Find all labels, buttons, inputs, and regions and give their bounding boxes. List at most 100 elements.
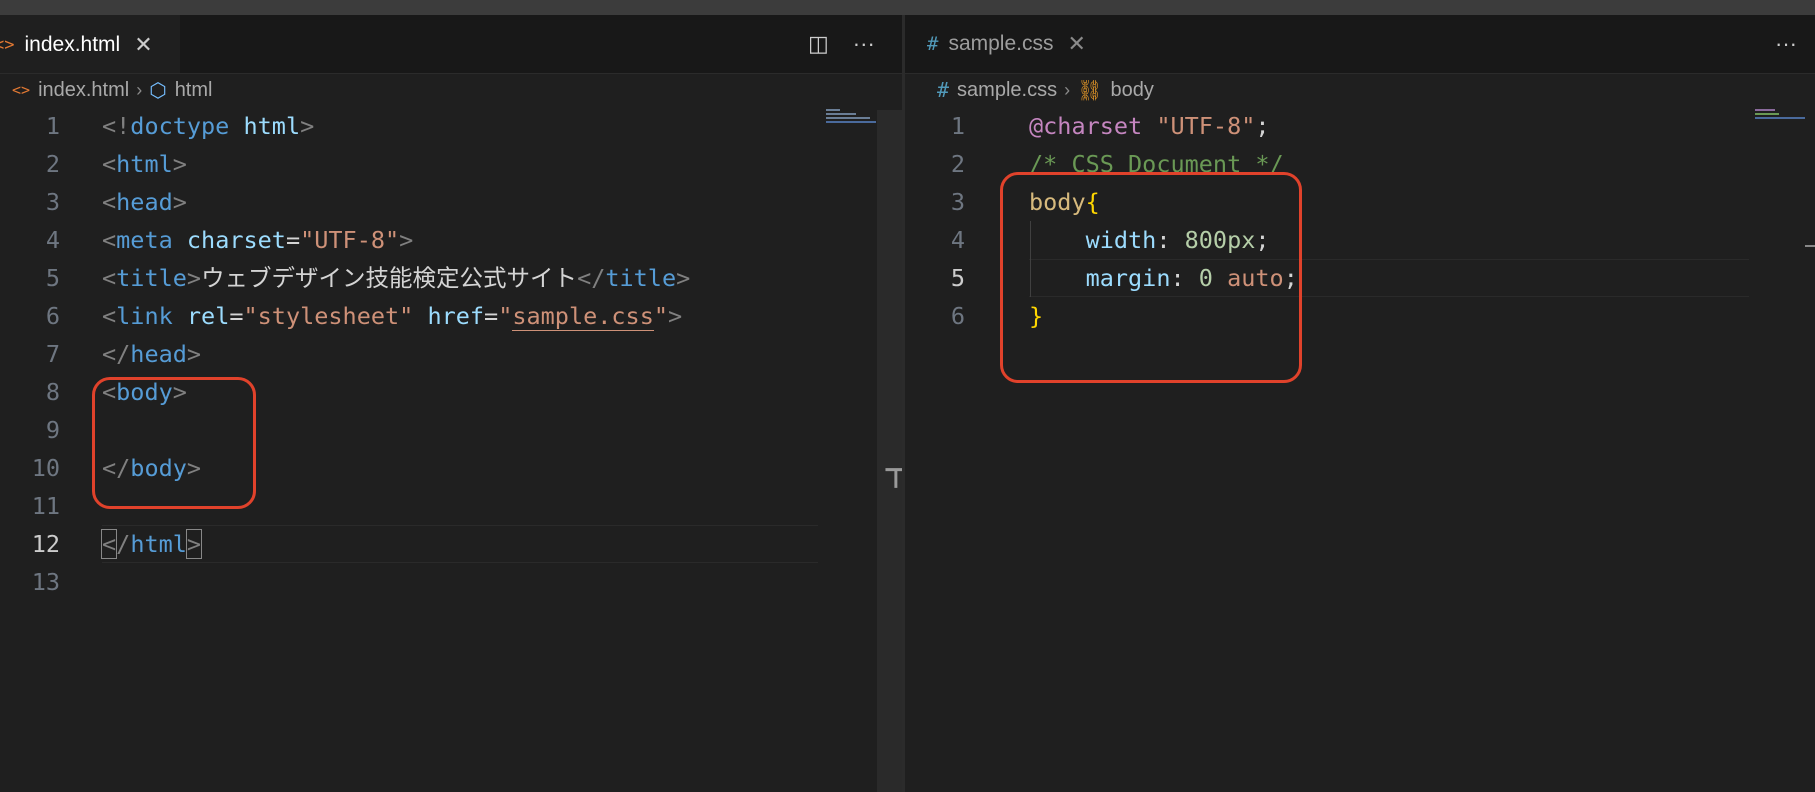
code-text: <html> <box>102 145 187 183</box>
left-tab-actions: ◫ ··· <box>808 15 875 73</box>
code-token: < <box>100 529 118 559</box>
code-token: html <box>243 112 301 140</box>
title-bar <box>0 0 1815 15</box>
code-token: < <box>102 150 117 178</box>
sash-handle[interactable]: ⊤ <box>883 462 902 495</box>
right-minimap[interactable] <box>1755 107 1805 137</box>
code-text: </html> <box>100 525 203 563</box>
code-token: > <box>300 112 315 140</box>
code-token: sample.css <box>512 302 654 331</box>
left-minimap[interactable] <box>826 107 876 137</box>
code-token: < <box>102 264 117 292</box>
more-actions-icon[interactable]: ··· <box>1775 31 1797 57</box>
code-token: > <box>399 226 414 254</box>
breadcrumb-symbol[interactable]: html <box>175 79 213 102</box>
code-token: meta <box>116 226 173 254</box>
tab-label: sample.css <box>948 32 1054 55</box>
code-token: "UTF-8" <box>1156 112 1256 140</box>
line-number: 5 <box>950 264 965 292</box>
line-number: 12 <box>31 530 60 558</box>
code-token: = <box>484 302 499 330</box>
current-line-highlight <box>102 525 818 563</box>
css-file-icon: # <box>937 78 950 102</box>
code-token: " <box>653 302 668 330</box>
line-number: 13 <box>31 568 60 596</box>
html-file-icon: <> <box>12 81 31 99</box>
line-number: 6 <box>950 302 965 330</box>
line-number: 3 <box>950 188 965 216</box>
code-line[interactable]: 12 </html> <box>0 525 902 563</box>
breadcrumb-file[interactable]: index.html <box>38 79 129 102</box>
code-token: title <box>605 264 677 292</box>
line-number: 2 <box>45 150 60 178</box>
code-token: " <box>498 302 513 330</box>
symbol-element-icon: ⬡ <box>149 78 167 102</box>
code-text: <meta charset="UTF-8"> <box>102 221 413 259</box>
css-file-icon: # <box>927 33 939 55</box>
line-number: 5 <box>45 264 60 292</box>
code-token: > <box>172 188 187 216</box>
line-number: 1 <box>950 112 965 140</box>
left-tab-bar: <> index.html ✕ ◫ ··· <box>0 15 902 74</box>
code-token: > <box>172 150 187 178</box>
code-line[interactable]: 1 <!doctype html> <box>0 107 902 145</box>
code-token: </ <box>102 340 131 368</box>
more-actions-icon[interactable]: ··· <box>853 31 875 57</box>
code-line[interactable]: 3 <head> <box>0 183 902 221</box>
breadcrumb-symbol[interactable]: body <box>1110 79 1153 102</box>
code-line[interactable]: 5 <title>ウェブデザイン技能検定公式サイト</title> <box>0 259 902 297</box>
code-token: < <box>102 226 117 254</box>
tab-index-html[interactable]: <> index.html ✕ <box>0 15 180 73</box>
code-token: > <box>668 302 683 330</box>
close-icon[interactable]: ✕ <box>134 32 152 58</box>
symbol-class-icon: ⛓ <box>1077 78 1103 102</box>
code-line[interactable]: 6 <link rel="stylesheet" href="sample.css… <box>0 297 902 335</box>
code-token: = <box>229 302 244 330</box>
code-token: rel <box>186 302 230 330</box>
code-token: > <box>185 529 203 559</box>
close-icon[interactable]: ✕ <box>1067 31 1085 57</box>
code-token: ウェブデザイン技能検定公式サイト <box>201 264 578 292</box>
highlight-box-body-rule <box>1000 172 1302 383</box>
line-number: 8 <box>45 378 60 406</box>
code-text: </head> <box>102 335 201 373</box>
code-line[interactable]: 1 @charset "UTF-8"; <box>905 107 1815 145</box>
tab-sample-css[interactable]: # sample.css ✕ <box>905 15 1115 73</box>
line-number: 7 <box>45 340 60 368</box>
code-token: "UTF-8" <box>300 226 400 254</box>
code-text: <link rel="stylesheet" href="sample.css"… <box>102 297 682 335</box>
code-token: href <box>427 302 485 330</box>
right-breadcrumb: # sample.css › ⛓ body <box>937 73 1154 107</box>
line-number: 10 <box>31 454 60 482</box>
code-token: = <box>285 226 301 254</box>
code-token: html <box>130 530 187 558</box>
code-line[interactable]: 4 <meta charset="UTF-8"> <box>0 221 902 259</box>
chevron-right-icon: › <box>136 79 143 100</box>
code-token: </ <box>577 264 606 292</box>
code-token: title <box>116 264 187 292</box>
line-number: 4 <box>950 226 965 254</box>
right-tab-bar: # sample.css ✕ ··· <box>905 15 1815 74</box>
code-token: > <box>676 264 691 292</box>
code-line[interactable]: 2 <html> <box>0 145 902 183</box>
line-number: 1 <box>45 112 60 140</box>
line-number: 6 <box>45 302 60 330</box>
highlight-box-body-tag <box>92 377 256 509</box>
left-scrollbar[interactable] <box>877 110 902 792</box>
code-token: link <box>116 302 173 330</box>
code-text: @charset "UTF-8"; <box>1029 107 1270 145</box>
code-token: <! <box>102 112 131 140</box>
code-token: < <box>102 302 117 330</box>
code-token: "stylesheet" <box>243 302 414 330</box>
code-line[interactable]: 13 <box>0 563 902 601</box>
split-editor-icon[interactable]: ◫ <box>808 31 829 57</box>
code-text: <title>ウェブデザイン技能検定公式サイト</title> <box>102 259 690 297</box>
code-line[interactable]: 7 </head> <box>0 335 902 373</box>
left-editor-group: <> index.html ✕ ◫ ··· <> index.html › ⬡ … <box>0 15 902 792</box>
line-number: 2 <box>950 150 965 178</box>
breadcrumb-file[interactable]: sample.css <box>957 79 1057 102</box>
